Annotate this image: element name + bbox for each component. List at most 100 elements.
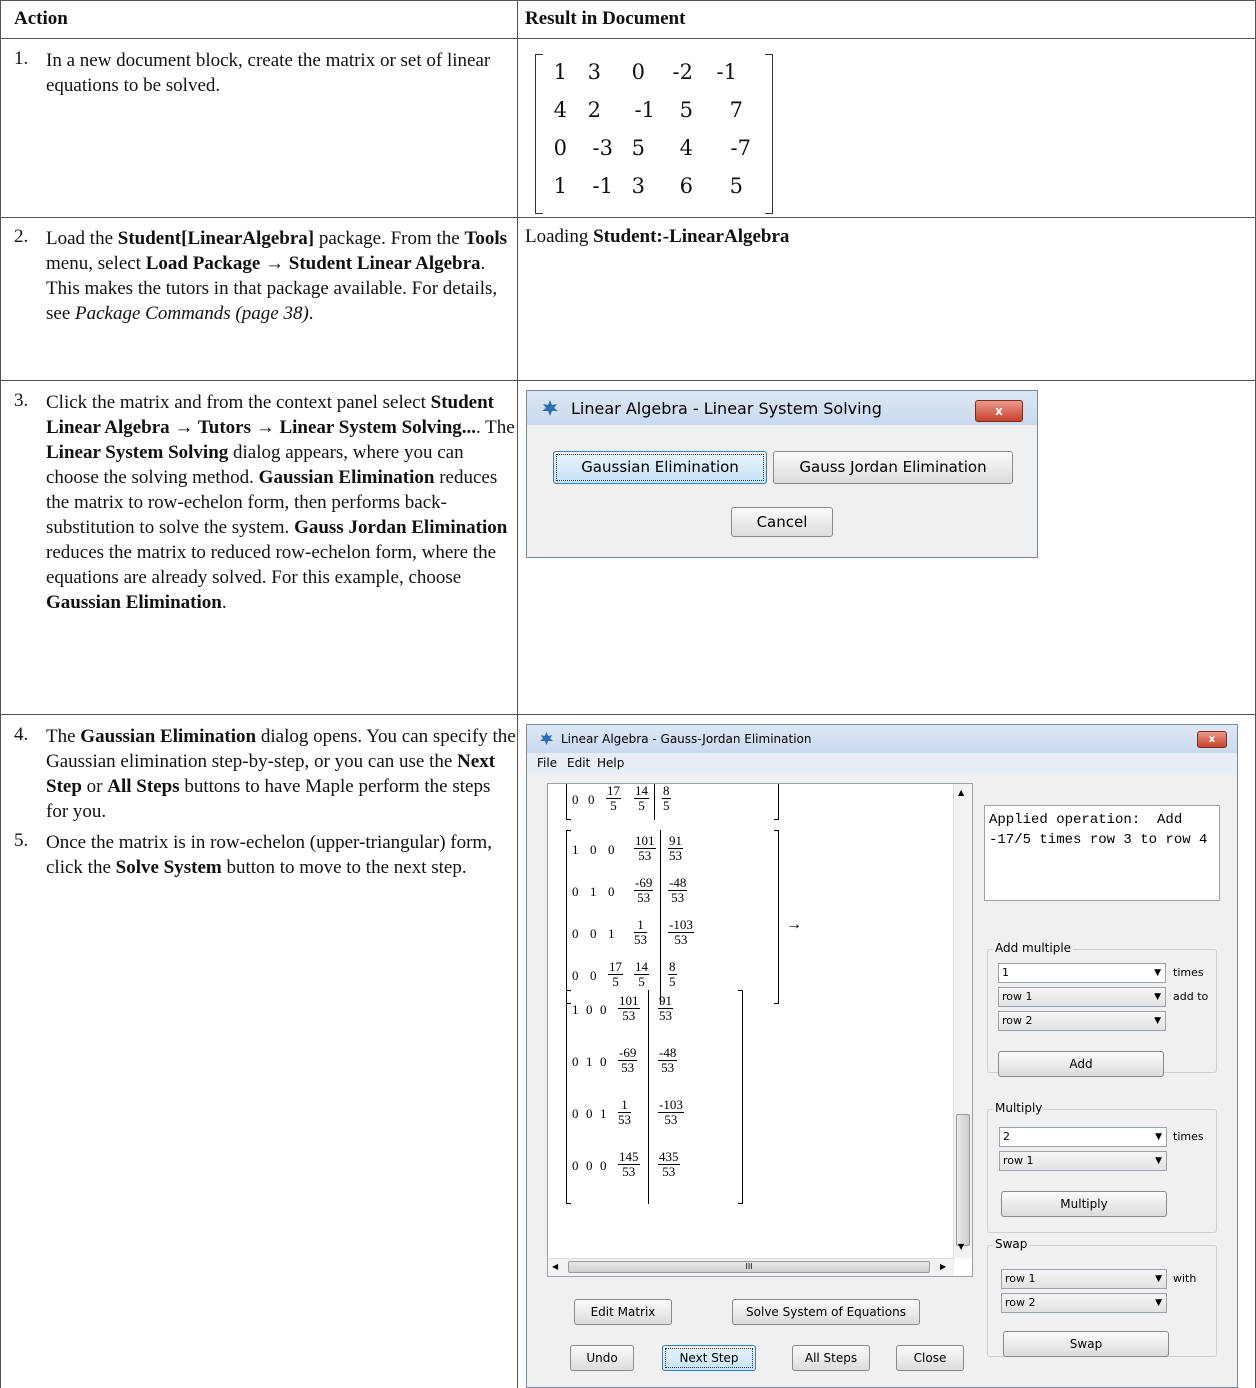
matrix-entry: 0 <box>608 884 615 899</box>
add-target-row-combo[interactable]: row 2 ▼ <box>998 1011 1166 1031</box>
matrix-cell: 5 <box>631 136 645 160</box>
augment-line <box>654 784 655 820</box>
numerator: 101 <box>618 993 640 1009</box>
matrix-fraction: 101 53 <box>618 994 640 1023</box>
table-border <box>0 714 1256 715</box>
horizontal-scrollbar[interactable]: ◀ III ▶ <box>548 1258 954 1276</box>
dialog-title: Linear Algebra - Linear System Solving <box>571 399 882 418</box>
gaussian-elimination-button[interactable]: Gaussian Elimination <box>553 451 767 484</box>
linear-system-solving-dialog: Linear Algebra - Linear System Solving x… <box>526 390 1038 558</box>
denominator: 53 <box>638 848 652 863</box>
matrix-row: 1 3 0 -2 -1 <box>535 60 773 98</box>
menu-bar: File Edit Help <box>527 753 1237 775</box>
menu-help[interactable]: Help <box>597 756 624 770</box>
multiply-button[interactable]: Multiply <box>1001 1191 1167 1217</box>
numerator: 101 <box>634 833 656 849</box>
numerator: 17 <box>608 959 623 975</box>
matrix-fraction: 145 53 <box>618 1150 640 1179</box>
column-header-result: Result in Document <box>525 8 686 29</box>
numerator: 91 <box>668 833 683 849</box>
multiply-row-combo[interactable]: row 1 ▼ <box>999 1151 1167 1171</box>
matrix-fraction: -48 53 <box>668 876 688 905</box>
close-icon[interactable]: x <box>975 400 1023 422</box>
chevron-down-icon: ▼ <box>1155 1298 1162 1308</box>
numerator: 1 <box>618 1098 631 1113</box>
matrix-steps-content: 0 0 17 5 14 5 8 5 1 0 0 101 53 91 53 0 1 0 -69 53 -48 53 0 0 1 1 5… <box>548 784 954 1258</box>
denominator: 53 <box>659 1008 672 1023</box>
matrix-row: 1 -1 3 6 5 <box>535 174 773 212</box>
matrix-cell: -1 <box>716 60 737 84</box>
next-step-button[interactable]: Next Step <box>662 1345 756 1371</box>
matrix-fraction: 435 53 <box>658 1150 680 1179</box>
scroll-up-icon[interactable]: ▲ <box>958 788 964 797</box>
matrix-cell: 0 <box>631 60 645 84</box>
numerator: 145 <box>618 1149 640 1165</box>
matrix-entry: 1 <box>572 842 579 857</box>
denominator: 53 <box>622 1008 636 1023</box>
step-number: 1. <box>14 48 29 69</box>
scroll-right-icon[interactable]: ▶ <box>940 1262 946 1271</box>
undo-button[interactable]: Undo <box>570 1345 634 1371</box>
matrix-bracket <box>566 830 571 1004</box>
maple-leaf-icon <box>539 731 554 746</box>
menu-edit[interactable]: Edit <box>567 756 590 770</box>
table-border <box>0 217 1256 218</box>
matrix-cell: 5 <box>729 174 743 198</box>
matrix-fraction: -69 53 <box>618 1046 638 1075</box>
vertical-scrollbar[interactable]: ▲ ▼ <box>953 784 972 1258</box>
matrix-entry: 0 <box>600 1158 607 1173</box>
add-multiple-value-combo[interactable]: 1 ▼ <box>998 963 1166 983</box>
denominator: 5 <box>612 974 619 989</box>
swap-second-row-combo[interactable]: row 2 ▼ <box>1001 1293 1167 1313</box>
scroll-down-icon[interactable]: ▼ <box>958 1242 964 1251</box>
table-border <box>0 0 1 1388</box>
numerator: -69 <box>634 875 654 891</box>
table-border <box>517 0 518 1388</box>
swap-button[interactable]: Swap <box>1003 1331 1169 1357</box>
matrix-fraction: 101 53 <box>634 834 656 863</box>
matrix-steps-view[interactable]: 0 0 17 5 14 5 8 5 1 0 0 101 53 91 53 0 1 0 -69 53 -48 53 0 0 1 1 5… <box>547 783 973 1277</box>
matrix-fraction: 14 5 <box>634 960 649 989</box>
all-steps-button[interactable]: All Steps <box>792 1345 870 1371</box>
matrix-fraction: 85 <box>668 960 677 989</box>
numerator: 1 <box>634 918 647 933</box>
chevron-down-icon: ▼ <box>1154 992 1161 1002</box>
combo-value: row 2 <box>1005 1296 1036 1309</box>
denominator: 53 <box>674 932 688 947</box>
close-button[interactable]: Close <box>896 1345 964 1371</box>
augment-line <box>648 990 649 1204</box>
denominator: 5 <box>610 798 617 813</box>
edit-matrix-button[interactable]: Edit Matrix <box>574 1299 672 1325</box>
add-button[interactable]: Add <box>998 1051 1164 1077</box>
denominator: 5 <box>663 798 670 813</box>
gauss-jordan-elimination-button[interactable]: Gauss Jordan Elimination <box>773 451 1013 484</box>
matrix-bracket <box>774 784 779 820</box>
matrix-entry: 0 <box>586 1158 593 1173</box>
swap-first-row-combo[interactable]: row 1 ▼ <box>1001 1269 1167 1289</box>
matrix-fraction: -69 53 <box>634 875 654 905</box>
multiply-value-combo[interactable]: 2 ▼ <box>999 1127 1167 1147</box>
numerator: -103 <box>658 1097 684 1113</box>
matrix-entry: 0 <box>572 792 579 807</box>
menu-file[interactable]: File <box>537 756 557 770</box>
multiply-label: Multiply <box>993 1101 1045 1115</box>
package-commands-link[interactable]: Package Commands (page 38) <box>75 303 309 324</box>
solve-system-button[interactable]: Solve System of Equations <box>732 1299 920 1325</box>
scroll-left-icon[interactable]: ◀ <box>552 1262 558 1271</box>
denominator: 53 <box>671 890 685 905</box>
matrix-fraction: 1 53 <box>618 1098 631 1127</box>
cancel-button[interactable]: Cancel <box>731 507 833 537</box>
matrix-entry: 1 <box>608 926 615 941</box>
add-source-row-combo[interactable]: row 1 ▼ <box>998 987 1166 1007</box>
matrix-cell: 7 <box>729 98 743 122</box>
matrix-cell: -2 <box>672 60 693 84</box>
times-label: times <box>1173 966 1204 979</box>
scroll-thumb[interactable] <box>956 1114 970 1246</box>
denominator: 5 <box>638 974 645 989</box>
numerator: 17 <box>606 783 621 799</box>
matrix-entry: 0 <box>572 968 579 983</box>
close-icon[interactable]: x <box>1197 731 1227 748</box>
matrix-cell: 6 <box>679 174 693 198</box>
scroll-thumb[interactable]: III <box>568 1261 930 1273</box>
denominator: 53 <box>669 848 682 863</box>
